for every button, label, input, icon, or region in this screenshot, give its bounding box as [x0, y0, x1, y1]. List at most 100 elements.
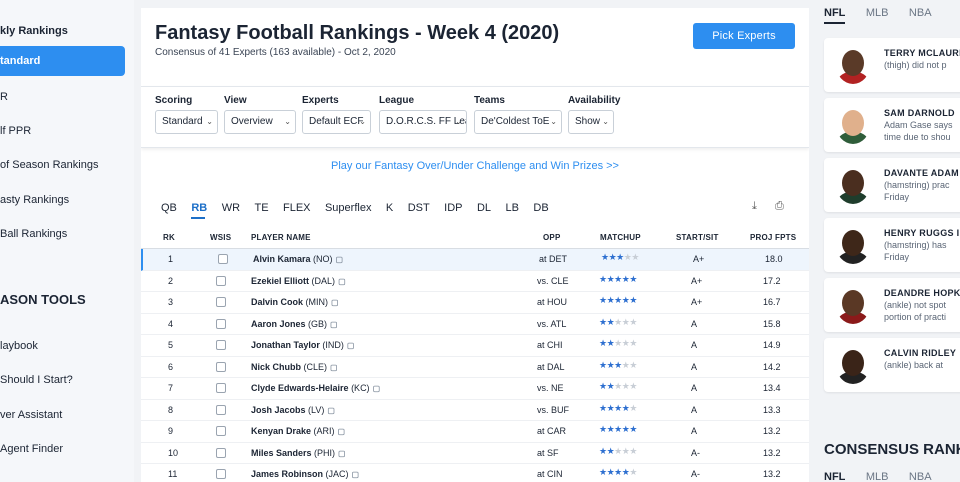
player-name-link[interactable]: Dalvin Cook (MIN) ▢ [251, 297, 339, 307]
tab-superflex[interactable]: Superflex [325, 202, 371, 214]
col-wsis[interactable]: WSIS [210, 233, 231, 242]
wsis-checkbox[interactable] [216, 383, 226, 393]
table-row[interactable]: 3 Dalvin Cook (MIN) ▢ at HOU ★★★★★ A+ 16.7 [141, 292, 809, 314]
wsis-checkbox[interactable] [216, 447, 226, 458]
player-note-icon[interactable]: ▢ [373, 384, 381, 393]
player-note-icon[interactable]: ▢ [330, 363, 338, 372]
tab-k[interactable]: K [386, 202, 393, 214]
tab-idp[interactable]: IDP [444, 202, 462, 214]
news-player-name[interactable]: DAVANTE ADAM [884, 168, 959, 178]
wsis-checkbox[interactable] [216, 426, 226, 436]
sidebar-tool-playbook[interactable]: laybook [0, 340, 38, 352]
scoring-select[interactable]: Standard ⌄ [155, 110, 218, 134]
tab-dst[interactable]: DST [408, 202, 430, 214]
player-name-link[interactable]: Nick Chubb (CLE) ▢ [251, 362, 338, 372]
player-news-card[interactable]: HENRY RUGGS I (hamstring) has Friday [824, 218, 960, 272]
wsis-checkbox[interactable] [216, 297, 226, 307]
player-name-link[interactable]: Alvin Kamara (NO) ▢ [253, 254, 343, 264]
player-name-link[interactable]: Miles Sanders (PHI) ▢ [251, 448, 346, 458]
player-name-link[interactable]: Clyde Edwards-Helaire (KC) ▢ [251, 383, 380, 393]
player-name-link[interactable]: Josh Jacobs (LV) ▢ [251, 405, 335, 415]
wsis-checkbox[interactable] [216, 318, 226, 329]
col-matchup[interactable]: MATCHUP [600, 233, 641, 242]
tab-qb[interactable]: QB [161, 202, 177, 214]
tab-mlb[interactable]: MLB [866, 471, 889, 482]
col-player-name[interactable]: PLAYER NAME [251, 233, 311, 242]
print-icon[interactable]: ⎙ [775, 200, 784, 213]
sidebar-item-dynasty-rankings[interactable]: asty Rankings [0, 194, 69, 206]
tab-nfl[interactable]: NFL [824, 471, 845, 482]
player-note-icon[interactable]: ▢ [331, 298, 339, 307]
tab-mlb[interactable]: MLB [866, 7, 889, 19]
player-name-link[interactable]: Aaron Jones (GB) ▢ [251, 319, 338, 329]
table-row[interactable]: 9 Kenyan Drake (ARI) ▢ at CAR ★★★★★ A 13.2 [141, 421, 809, 443]
col-rk[interactable]: RK [163, 233, 175, 242]
table-row[interactable]: 5 Jonathan Taylor (IND) ▢ at CHI ★★★★★ A 14.9 [141, 335, 809, 357]
table-row[interactable]: 10 Miles Sanders (PHI) ▢ at SF ★★★★★ A- 13.2 [141, 443, 809, 464]
player-note-icon[interactable]: ▢ [338, 427, 346, 436]
wsis-checkbox[interactable] [216, 361, 226, 372]
table-row[interactable]: 2 Ezekiel Elliott (DAL) ▢ vs. CLE ★★★★★ A+ 17.… [141, 271, 809, 292]
player-news-card[interactable]: DAVANTE ADAM (hamstring) prac Friday [824, 158, 960, 212]
sidebar-item-best-ball-rankings[interactable]: Ball Rankings [0, 228, 67, 240]
player-note-icon[interactable]: ▢ [338, 449, 346, 458]
wsis-checkbox[interactable] [216, 275, 226, 286]
tab-nba[interactable]: NBA [909, 7, 932, 19]
table-row[interactable]: 8 Josh Jacobs (LV) ▢ vs. BUF ★★★★★ A 13.3 [141, 400, 809, 421]
table-row[interactable]: 1 Alvin Kamara (NO) ▢ at DET ★★★★★ A+ 18.0 [141, 249, 809, 271]
news-player-name[interactable]: DEANDRE HOPK [884, 288, 960, 298]
player-note-icon[interactable]: ▢ [352, 470, 360, 479]
table-row[interactable]: 4 Aaron Jones (GB) ▢ vs. ATL ★★★★★ A 15.8 [141, 314, 809, 335]
table-row[interactable]: 11 James Robinson (JAC) ▢ at CIN ★★★★★ A- 13.2 [141, 464, 809, 482]
player-note-icon[interactable]: ▢ [336, 255, 344, 264]
sidebar-item-ppr[interactable]: R [0, 91, 8, 103]
tab-dl[interactable]: DL [477, 202, 491, 214]
player-name-link[interactable]: Ezekiel Elliott (DAL) ▢ [251, 276, 346, 286]
over-under-promo-link[interactable]: Play our Fantasy Over/Under Challenge an… [141, 160, 809, 172]
news-player-name[interactable]: TERRY MCLAURI [884, 48, 960, 58]
sidebar-item-standard[interactable]: tandard [0, 46, 125, 76]
table-row[interactable]: 7 Clyde Edwards-Helaire (KC) ▢ vs. NE ★★★★★ A… [141, 378, 809, 400]
tab-nfl[interactable]: NFL [824, 7, 846, 24]
wsis-checkbox[interactable] [216, 340, 226, 350]
tab-flex[interactable]: FLEX [283, 202, 311, 214]
news-player-name[interactable]: SAM DARNOLD [884, 108, 955, 118]
player-name-link[interactable]: Kenyan Drake (ARI) ▢ [251, 426, 345, 436]
tab-te[interactable]: TE [254, 202, 268, 214]
download-icon[interactable]: ⤓ [752, 200, 757, 213]
experts-select[interactable]: Default ECF ⌄ [302, 110, 371, 134]
wsis-checkbox[interactable] [216, 469, 226, 479]
player-name-link[interactable]: Jonathan Taylor (IND) ▢ [251, 340, 354, 350]
player-news-card[interactable]: CALVIN RIDLEY (ankle) back at [824, 338, 960, 392]
col-start-sit[interactable]: START/SIT [676, 233, 719, 242]
sidebar-tool-who-should-i-start[interactable]: Should I Start? [0, 374, 73, 386]
sidebar-item-half-ppr[interactable]: lf PPR [0, 125, 31, 137]
col-opp[interactable]: OPP [543, 233, 561, 242]
tab-lb[interactable]: LB [505, 202, 518, 214]
sidebar-tool-free-agent-finder[interactable]: Agent Finder [0, 443, 63, 455]
wsis-checkbox[interactable] [216, 404, 226, 415]
teams-select[interactable]: De'Coldest ToE ⌄ [474, 110, 562, 134]
view-select[interactable]: Overview ⌄ [224, 110, 296, 134]
wsis-checkbox[interactable] [218, 254, 228, 264]
player-note-icon[interactable]: ▢ [347, 341, 355, 350]
player-news-card[interactable]: DEANDRE HOPK (ankle) not spot portion of p… [824, 278, 960, 332]
player-note-icon[interactable]: ▢ [330, 320, 338, 329]
pick-experts-button[interactable]: Pick Experts [693, 23, 795, 49]
table-row[interactable]: 6 Nick Chubb (CLE) ▢ at DAL ★★★★★ A 14.2 [141, 357, 809, 378]
player-name-link[interactable]: James Robinson (JAC) ▢ [251, 469, 359, 479]
player-news-card[interactable]: TERRY MCLAURI (thigh) did not p [824, 38, 960, 92]
player-news-card[interactable]: SAM DARNOLD Adam Gase says time due to sho… [824, 98, 960, 152]
sidebar-tool-waiver-assistant[interactable]: ver Assistant [0, 409, 62, 421]
tab-rb[interactable]: RB [191, 202, 207, 219]
news-player-name[interactable]: CALVIN RIDLEY [884, 348, 956, 358]
tab-wr[interactable]: WR [222, 202, 240, 214]
col-proj-fpts[interactable]: PROJ FPTS [750, 233, 796, 242]
news-player-name[interactable]: HENRY RUGGS I [884, 228, 959, 238]
tab-nba[interactable]: NBA [909, 471, 932, 482]
availability-select[interactable]: Show ⌄ [568, 110, 614, 134]
player-note-icon[interactable]: ▢ [338, 277, 346, 286]
sidebar-item-ros-rankings[interactable]: of Season Rankings [0, 159, 98, 171]
league-select[interactable]: D.O.R.C.S. FF Lea ⌄ [379, 110, 467, 134]
tab-db[interactable]: DB [533, 202, 548, 214]
